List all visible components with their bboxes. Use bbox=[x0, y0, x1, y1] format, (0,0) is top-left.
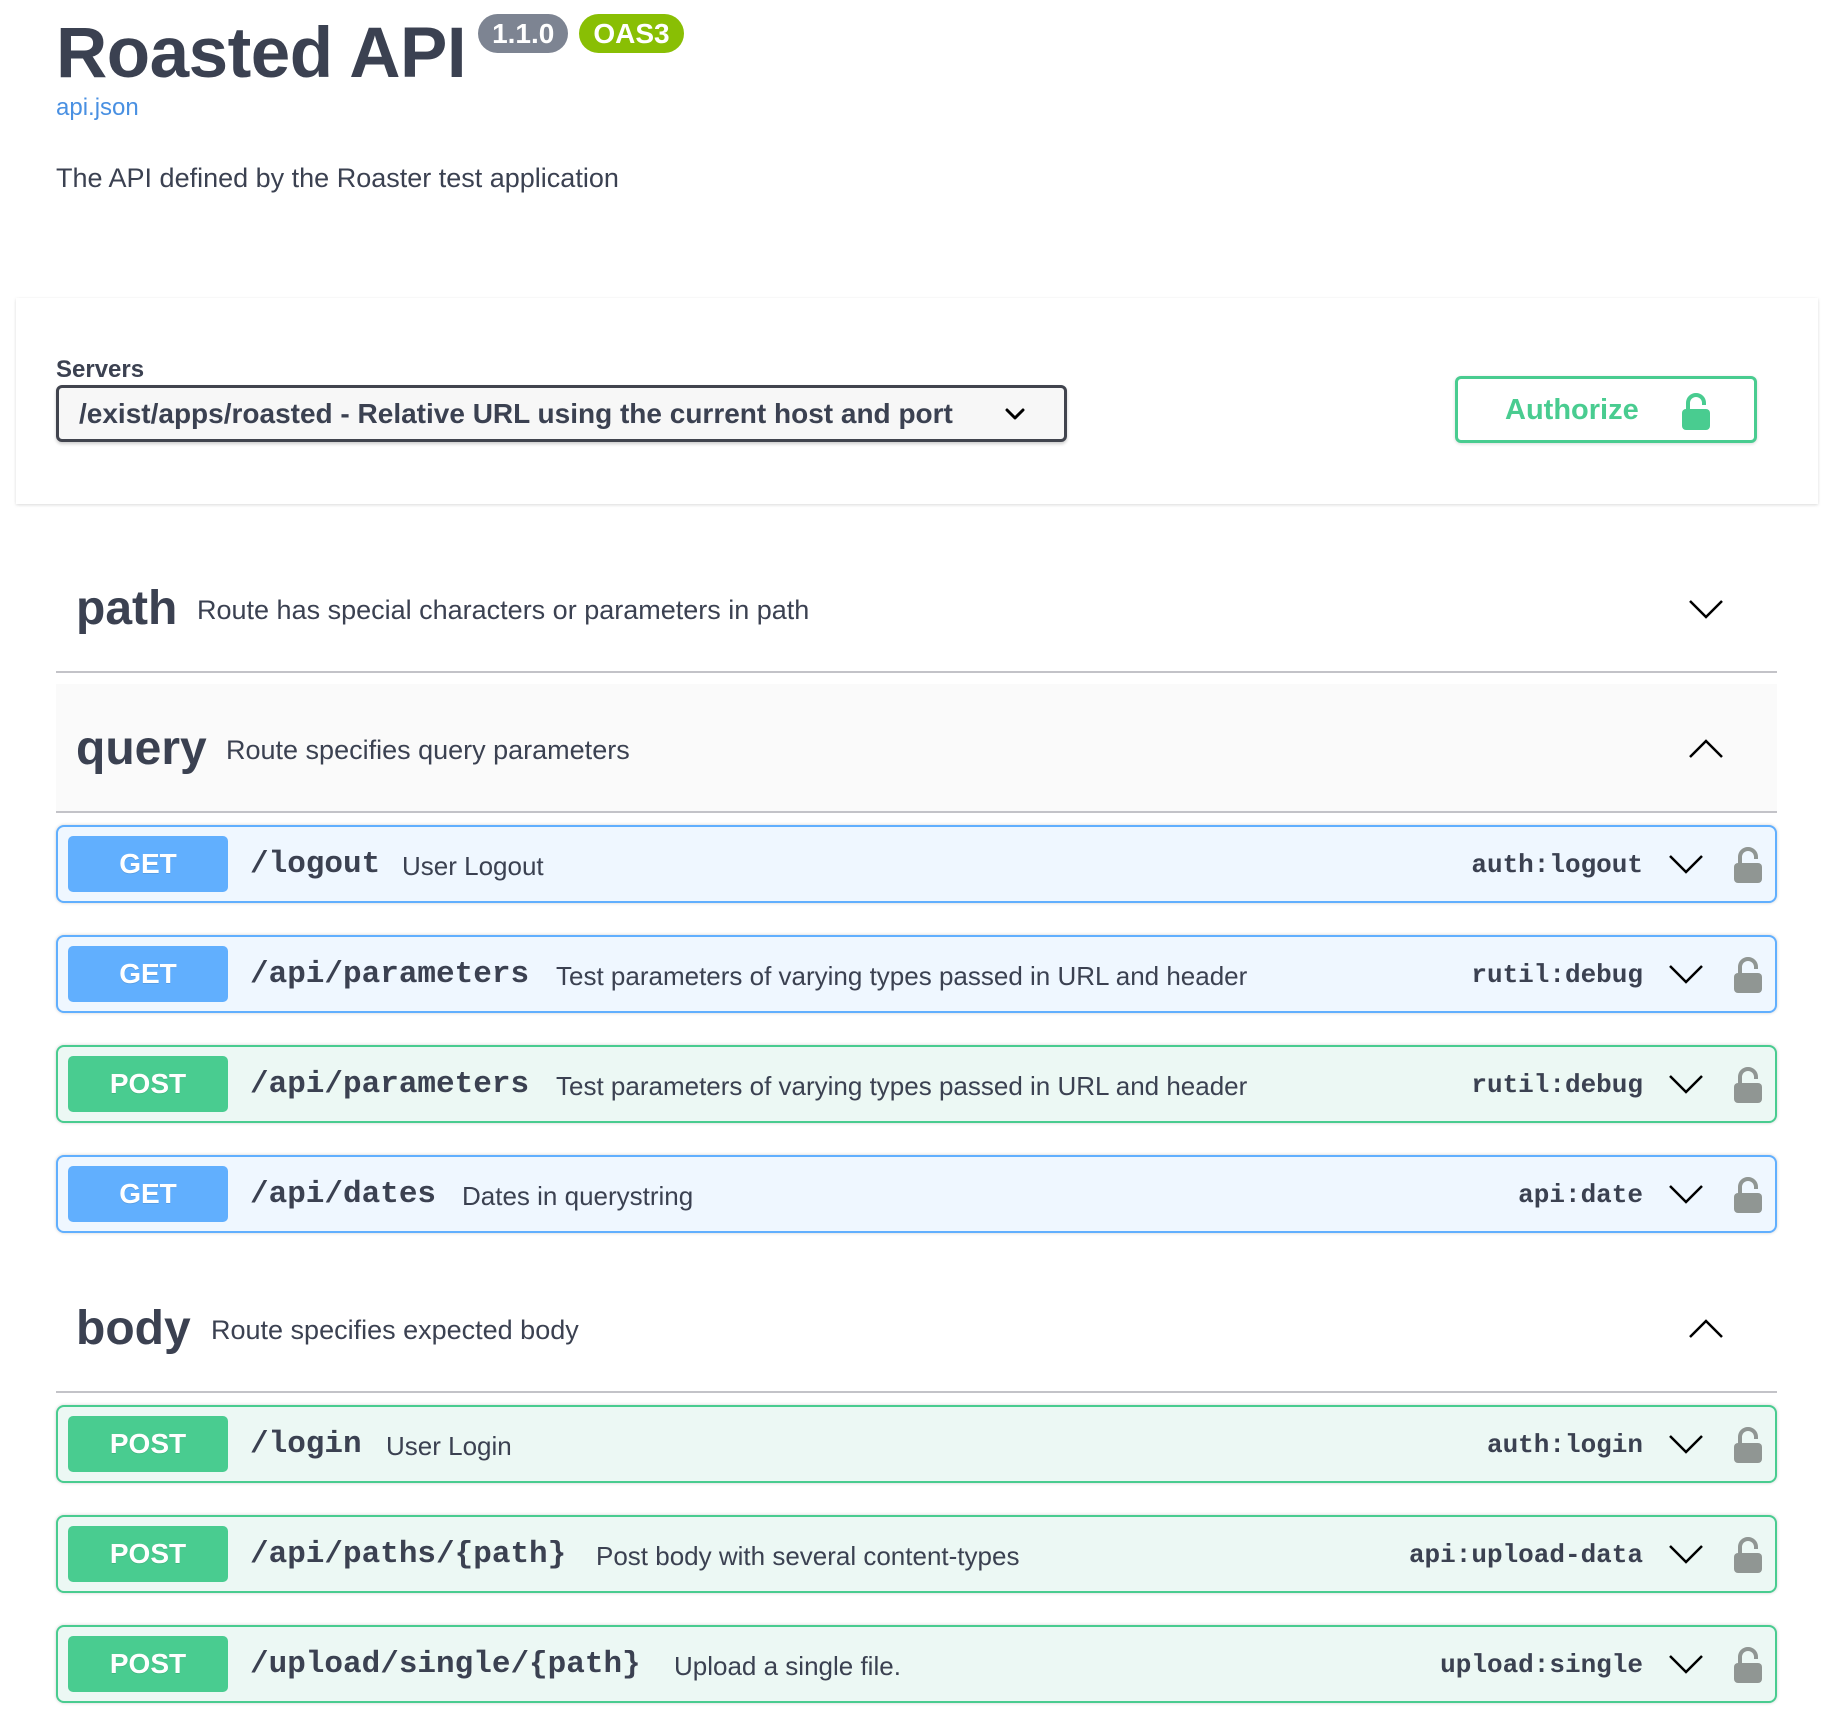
operation-summary: Test parameters of varying types passed … bbox=[556, 1071, 1248, 1101]
opblock-post-login[interactable]: POST /login User Login auth:login bbox=[56, 1405, 1777, 1483]
servers-label: Servers bbox=[56, 356, 145, 383]
unlocked-padlock-icon[interactable] bbox=[1733, 1427, 1763, 1464]
spec-link[interactable]: api.json bbox=[56, 94, 139, 122]
opblock-get-api-dates[interactable]: GET /api/dates Dates in querystring api:… bbox=[56, 1155, 1777, 1233]
opblock-post-api-parameters[interactable]: POST /api/parameters Test parameters of … bbox=[56, 1045, 1777, 1123]
chevron-down-icon bbox=[1005, 408, 1025, 420]
unlocked-padlock-icon[interactable] bbox=[1733, 1177, 1763, 1214]
method-badge: POST bbox=[68, 1056, 228, 1112]
tag-section-query[interactable]: query Route specifies query parameters bbox=[56, 684, 1777, 813]
tag-description: Route has special characters or paramete… bbox=[197, 595, 810, 625]
operation-summary: User Login bbox=[386, 1431, 512, 1461]
chevron-down-icon[interactable] bbox=[1668, 964, 1704, 984]
unlocked-padlock-icon[interactable] bbox=[1733, 1647, 1763, 1684]
opblock-post-api-paths[interactable]: POST /api/paths/{path} Post body with se… bbox=[56, 1515, 1777, 1593]
operation-id: rutil:debug bbox=[1471, 960, 1643, 990]
method-badge: GET bbox=[68, 1166, 228, 1222]
operation-summary: Dates in querystring bbox=[462, 1181, 694, 1211]
operation-id: api:upload-data bbox=[1408, 1540, 1643, 1570]
servers-select[interactable]: /exist/apps/roasted - Relative URL using… bbox=[56, 385, 1067, 442]
operation-id: api:date bbox=[1518, 1180, 1643, 1210]
tag-description: Route specifies expected body bbox=[211, 1315, 579, 1345]
operation-path: /api/paths/{path} bbox=[250, 1537, 567, 1572]
authorize-label: Authorize bbox=[1505, 394, 1639, 426]
chevron-down-icon[interactable] bbox=[1668, 1544, 1704, 1564]
operation-path: /api/dates bbox=[250, 1177, 437, 1212]
opblock-get-logout[interactable]: GET /logout User Logout auth:logout bbox=[56, 825, 1777, 903]
operation-summary: Post body with several content-types bbox=[596, 1541, 1020, 1571]
chevron-up-icon bbox=[1689, 739, 1723, 758]
chevron-down-icon[interactable] bbox=[1668, 1654, 1704, 1674]
chevron-up-icon bbox=[1689, 1319, 1723, 1338]
chevron-down-icon[interactable] bbox=[1668, 854, 1704, 874]
chevron-down-icon bbox=[1689, 600, 1723, 619]
opblock-get-api-parameters[interactable]: GET /api/parameters Test parameters of v… bbox=[56, 935, 1777, 1013]
unlocked-padlock-icon[interactable] bbox=[1733, 1537, 1763, 1574]
operation-path: /api/parameters bbox=[250, 1067, 530, 1102]
operation-id: upload:single bbox=[1440, 1650, 1643, 1680]
unlocked-padlock-icon bbox=[1682, 393, 1710, 430]
operation-path: /upload/single/{path} bbox=[250, 1647, 641, 1682]
api-description: The API defined by the Roaster test appl… bbox=[56, 163, 619, 193]
unlocked-padlock-icon[interactable] bbox=[1733, 1067, 1763, 1104]
tag-name: body bbox=[76, 1302, 191, 1355]
method-badge: POST bbox=[68, 1636, 228, 1692]
opblock-post-upload-single[interactable]: POST /upload/single/{path} Upload a sing… bbox=[56, 1625, 1777, 1703]
operation-summary: User Logout bbox=[402, 851, 544, 881]
oas-badge: OAS3 bbox=[579, 14, 684, 53]
api-title: Roasted API bbox=[56, 14, 467, 93]
chevron-down-icon[interactable] bbox=[1668, 1074, 1704, 1094]
operation-summary: Test parameters of varying types passed … bbox=[556, 961, 1248, 991]
tag-section-body[interactable]: body Route specifies expected body bbox=[56, 1264, 1777, 1393]
operation-summary: Upload a single file. bbox=[674, 1651, 901, 1681]
method-badge: GET bbox=[68, 946, 228, 1002]
servers-select-value: /exist/apps/roasted - Relative URL using… bbox=[79, 397, 953, 429]
operation-id: auth:login bbox=[1486, 1430, 1643, 1460]
method-badge: POST bbox=[68, 1526, 228, 1582]
tag-name: query bbox=[76, 722, 207, 775]
tag-name: path bbox=[76, 582, 178, 635]
operation-path: /api/parameters bbox=[250, 957, 530, 992]
unlocked-padlock-icon[interactable] bbox=[1733, 957, 1763, 994]
tag-section-path[interactable]: path Route has special characters or par… bbox=[56, 544, 1777, 673]
authorize-button[interactable]: Authorize bbox=[1455, 376, 1757, 443]
tag-description: Route specifies query parameters bbox=[226, 735, 630, 765]
title-row: Roasted API 1.1.0 OAS3 bbox=[56, 12, 684, 96]
operation-path: /login bbox=[250, 1427, 362, 1462]
chevron-down-icon[interactable] bbox=[1668, 1434, 1704, 1454]
version-badge: 1.1.0 bbox=[478, 14, 569, 53]
chevron-down-icon[interactable] bbox=[1668, 1184, 1704, 1204]
method-badge: POST bbox=[68, 1416, 228, 1472]
operation-path: /logout bbox=[250, 847, 381, 882]
unlocked-padlock-icon[interactable] bbox=[1733, 847, 1763, 884]
servers-panel: Servers /exist/apps/roasted - Relative U… bbox=[16, 298, 1818, 504]
method-badge: GET bbox=[68, 836, 228, 892]
operation-id: auth:logout bbox=[1471, 850, 1643, 880]
operation-id: rutil:debug bbox=[1471, 1070, 1643, 1100]
swagger-ui-page: Roasted API 1.1.0 OAS3 api.json The API … bbox=[0, 0, 1834, 1714]
